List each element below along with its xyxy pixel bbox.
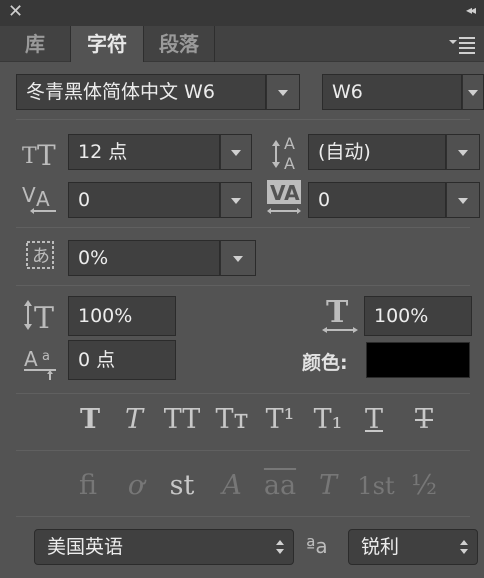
kerning-icon: V A xyxy=(22,183,56,214)
svg-text:T: T xyxy=(37,139,56,168)
svg-text:T: T xyxy=(326,296,349,330)
tsume-dropdown[interactable] xyxy=(220,240,256,276)
svg-text:A: A xyxy=(284,154,295,172)
horizontal-scale-field[interactable]: 100% xyxy=(364,296,472,336)
discretionary-ligatures-button[interactable]: ơ xyxy=(116,466,156,506)
tsume-icon: あ xyxy=(26,241,54,269)
panel-tabs: 库 字符 段落 xyxy=(0,26,484,63)
svg-text:あ: あ xyxy=(32,246,50,267)
horizontal-scale-icon: T xyxy=(322,296,358,333)
titling-alternates-button[interactable]: T xyxy=(308,466,348,506)
kerning-dropdown[interactable] xyxy=(220,182,252,218)
svg-text:A: A xyxy=(36,187,50,211)
font-family-field[interactable]: 冬青黑体简体中文 W6 xyxy=(16,74,266,110)
vertical-scale-icon: T xyxy=(24,300,54,334)
tab-divider xyxy=(214,26,215,62)
all-caps-button[interactable]: TT xyxy=(160,400,204,440)
tsume-field[interactable]: 0% xyxy=(68,240,220,276)
faux-italic-button[interactable]: T xyxy=(114,400,154,440)
tab-paragraph[interactable]: 段落 xyxy=(144,26,214,62)
divider xyxy=(16,227,470,228)
vertical-scale-field[interactable]: 100% xyxy=(68,296,176,336)
font-size-field[interactable]: 12 点 xyxy=(68,134,220,170)
divider xyxy=(16,516,470,517)
faux-bold-button[interactable]: T xyxy=(70,400,110,440)
select-arrows-icon xyxy=(276,540,284,554)
tab-character[interactable]: 字符 xyxy=(71,26,143,63)
font-style-field[interactable]: W6 xyxy=(322,74,462,110)
leading-dropdown[interactable] xyxy=(446,134,480,170)
panel-menu-icon[interactable] xyxy=(448,34,476,54)
subscript-button[interactable]: T₁ xyxy=(308,400,348,440)
font-size-dropdown[interactable] xyxy=(220,134,252,170)
language-value: 美国英语 xyxy=(47,536,124,558)
antialias-select[interactable]: 锐利 xyxy=(348,529,478,565)
divider xyxy=(16,393,470,394)
tracking-field[interactable]: 0 xyxy=(308,182,446,218)
leading-field[interactable]: (自动) xyxy=(308,134,446,170)
strikethrough-button[interactable]: T xyxy=(404,400,444,440)
divider xyxy=(16,450,470,451)
panel-titlebar: ✕ ◂◂ xyxy=(0,0,484,26)
small-caps-button[interactable]: Tт xyxy=(210,400,254,440)
svg-text:T: T xyxy=(34,301,54,334)
collapse-icon[interactable]: ◂◂ xyxy=(466,3,476,17)
language-select[interactable]: 美国英语 xyxy=(34,529,294,565)
tab-library[interactable]: 库 xyxy=(0,26,70,62)
svg-text:V: V xyxy=(22,183,36,207)
antialias-value: 锐利 xyxy=(361,536,400,558)
stylistic-ligature-button[interactable]: st xyxy=(162,466,202,506)
color-label: 颜色: xyxy=(302,352,348,374)
baseline-shift-icon: A a xyxy=(24,347,56,380)
fractions-button[interactable]: ½ xyxy=(404,466,444,506)
kerning-field[interactable]: 0 xyxy=(68,182,220,218)
swash-button[interactable]: A xyxy=(212,466,252,506)
font-size-icon: T T xyxy=(22,139,56,168)
close-icon[interactable]: ✕ xyxy=(8,1,23,22)
svg-text:A: A xyxy=(284,134,295,153)
font-family-dropdown[interactable] xyxy=(266,74,300,110)
stylistic-alternates-button[interactable]: aa xyxy=(258,466,302,506)
svg-text:A: A xyxy=(24,347,38,371)
tracking-dropdown[interactable] xyxy=(446,182,480,218)
tracking-icon: VA xyxy=(267,180,301,214)
superscript-button[interactable]: T¹ xyxy=(260,400,300,440)
font-style-dropdown[interactable] xyxy=(462,74,484,110)
ordinals-button[interactable]: 1st xyxy=(354,466,398,506)
svg-text:VA: VA xyxy=(270,181,300,205)
baseline-shift-field[interactable]: 0 点 xyxy=(68,340,176,380)
ligatures-button[interactable]: fi xyxy=(68,466,108,506)
underline-button[interactable]: T xyxy=(354,400,394,440)
svg-text:a: a xyxy=(42,349,50,364)
divider xyxy=(16,285,470,286)
select-arrows-icon xyxy=(460,540,468,554)
svg-text:T: T xyxy=(22,144,37,168)
divider xyxy=(16,119,470,120)
leading-icon: A A xyxy=(272,134,295,172)
antialias-icon: ªa xyxy=(306,534,328,558)
color-swatch[interactable] xyxy=(366,342,470,378)
